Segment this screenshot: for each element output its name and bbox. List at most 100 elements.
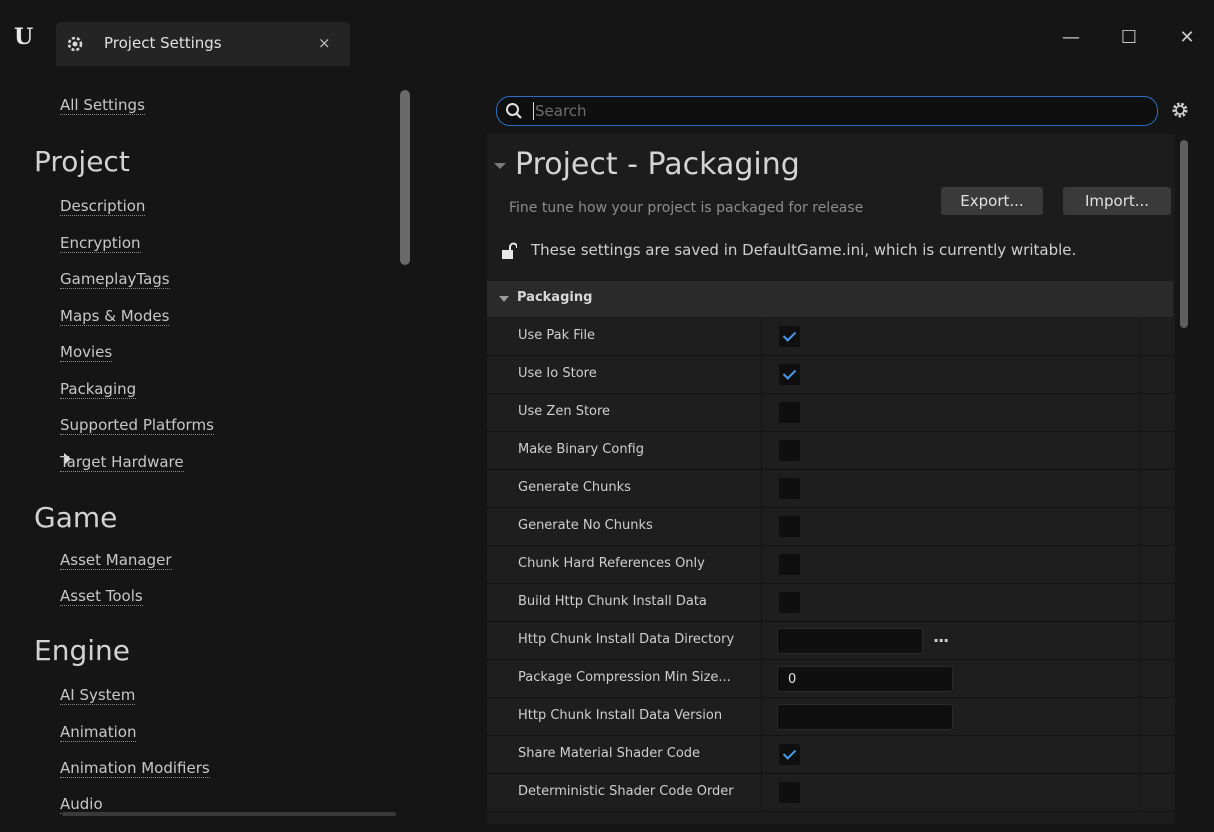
property-row-use-io-store: Use Io Store [487, 356, 1173, 394]
column-divider [1140, 774, 1141, 811]
property-name: Build Http Chunk Install Data [518, 594, 707, 609]
unreal-logo-icon: U [14, 24, 33, 50]
install-data-version-field[interactable] [777, 704, 953, 730]
column-divider [761, 470, 762, 507]
column-divider [1140, 394, 1141, 431]
column-divider [761, 356, 762, 393]
compression-min-size-field[interactable]: 0 [777, 666, 953, 692]
checkbox-generate-no-chunks[interactable] [779, 516, 800, 537]
minimize-button[interactable]: — [1056, 26, 1086, 50]
sidebar-item-asset-manager[interactable]: Asset Manager [60, 551, 172, 570]
checkbox-chunk-hard-references-only[interactable] [779, 554, 800, 575]
checkbox-share-material-shader-code[interactable] [779, 744, 800, 765]
property-name: Make Binary Config [518, 442, 644, 457]
property-name: Use Zen Store [518, 404, 611, 419]
sidebar-item-maps-modes[interactable]: Maps & Modes [60, 307, 170, 326]
column-divider [761, 432, 762, 469]
search-input[interactable] [533, 100, 1137, 122]
collapse-triangle-icon[interactable] [494, 163, 506, 169]
checkbox-use-pak-file[interactable] [779, 326, 800, 347]
sidebar-scrollbar[interactable] [400, 90, 410, 265]
column-divider [1140, 546, 1141, 583]
checkbox-deterministic-shader-code-order[interactable] [779, 782, 800, 803]
property-row-chunk-hard-references-only: Chunk Hard References Only [487, 546, 1173, 584]
property-row-share-material-shader-code: Share Material Shader Code [487, 736, 1173, 774]
tab-project-settings[interactable]: Project Settings × [56, 22, 350, 66]
sidebar-heading-game: Game [34, 501, 118, 534]
maximize-button[interactable]: ☐ [1114, 26, 1144, 50]
sidebar-item-encryption[interactable]: Encryption [60, 234, 141, 253]
close-window-button[interactable]: ✕ [1172, 26, 1202, 50]
property-row-build-http-chunk-install-data: Build Http Chunk Install Data [487, 584, 1173, 622]
property-row-generate-chunks: Generate Chunks [487, 470, 1173, 508]
column-divider [1140, 698, 1141, 735]
property-row-use-zen-store: Use Zen Store [487, 394, 1173, 432]
search-box[interactable] [496, 96, 1158, 126]
tab-label: Project Settings [104, 34, 222, 52]
property-row-package-compression-min-size: Package Compression Min Size... 0 [487, 660, 1173, 698]
sidebar-item-target-hardware[interactable]: Target Hardware [60, 453, 184, 472]
sidebar-item-gameplaytags[interactable]: GameplayTags [60, 270, 170, 289]
export-button[interactable]: Export... [941, 187, 1043, 215]
column-divider [1140, 622, 1141, 659]
column-divider [761, 546, 762, 583]
property-name: Http Chunk Install Data Version [518, 708, 723, 723]
tab-close-icon[interactable]: × [318, 34, 331, 52]
property-name: Generate Chunks [518, 480, 631, 495]
column-divider [761, 736, 762, 773]
panel-scrollbar[interactable] [1180, 140, 1188, 328]
details-panel: Project - Packaging Fine tune how your p… [487, 134, 1175, 824]
title-bar: U Project Settings × — ☐ ✕ [0, 0, 1214, 68]
sidebar-heading-engine: Engine [34, 634, 130, 667]
property-row-http-chunk-install-data-directory: Http Chunk Install Data Directory ... [487, 622, 1173, 660]
column-divider [761, 318, 762, 355]
expand-triangle-icon [499, 296, 509, 302]
sidebar-item-supported-platforms[interactable]: Supported Platforms [60, 416, 214, 435]
gear-icon[interactable] [1170, 100, 1190, 120]
checkbox-make-binary-config[interactable] [779, 440, 800, 461]
sidebar-item-animation-modifiers[interactable]: Animation Modifiers [60, 759, 210, 778]
property-row-deterministic-shader-code-order: Deterministic Shader Code Order [487, 774, 1173, 812]
checkbox-build-http-chunk-install-data[interactable] [779, 592, 800, 613]
column-divider [1140, 470, 1141, 507]
column-divider [1140, 736, 1141, 773]
property-row-http-chunk-install-data-version: Http Chunk Install Data Version [487, 698, 1173, 736]
column-divider [761, 508, 762, 545]
directory-path-field[interactable] [777, 628, 923, 654]
property-name: Http Chunk Install Data Directory [518, 632, 735, 647]
column-divider [1140, 660, 1141, 697]
sidebar-item-animation[interactable]: Animation [60, 723, 137, 742]
import-button[interactable]: Import... [1063, 187, 1171, 215]
panel-description: Fine tune how your project is packaged f… [509, 200, 864, 216]
property-row-use-pak-file: Use Pak File [487, 318, 1173, 356]
sidebar-horizontal-scrollbar[interactable] [62, 812, 396, 816]
column-divider [761, 584, 762, 621]
property-name: Share Material Shader Code [518, 746, 701, 761]
browse-button[interactable]: ... [933, 627, 949, 646]
writable-note: These settings are saved in DefaultGame.… [531, 241, 1077, 259]
checkbox-use-zen-store[interactable] [779, 402, 800, 423]
checkbox-use-io-store[interactable] [779, 364, 800, 385]
section-label: Packaging [517, 290, 593, 305]
column-divider [761, 394, 762, 431]
search-icon [506, 103, 522, 119]
section-header-packaging[interactable]: Packaging [487, 281, 1173, 317]
sidebar-item-packaging[interactable]: Packaging [60, 380, 137, 399]
column-divider [1140, 432, 1141, 469]
column-divider [1140, 508, 1141, 545]
sidebar-item-movies[interactable]: Movies [60, 343, 113, 362]
unlocked-icon [502, 242, 517, 259]
sidebar-item-ai-system[interactable]: AI System [60, 686, 136, 705]
checkbox-generate-chunks[interactable] [779, 478, 800, 499]
settings-icon [67, 36, 83, 52]
page-title: Project - Packaging [515, 147, 800, 182]
settings-sidebar: All Settings Project Description Encrypt… [12, 70, 416, 830]
column-divider [1140, 318, 1141, 355]
sidebar-item-asset-tools[interactable]: Asset Tools [60, 587, 143, 606]
sidebar-item-description[interactable]: Description [60, 197, 146, 216]
column-divider [761, 622, 762, 659]
column-divider [1140, 584, 1141, 621]
column-divider [1140, 356, 1141, 393]
property-row-generate-no-chunks: Generate No Chunks [487, 508, 1173, 546]
sidebar-item-all-settings[interactable]: All Settings [60, 96, 145, 115]
